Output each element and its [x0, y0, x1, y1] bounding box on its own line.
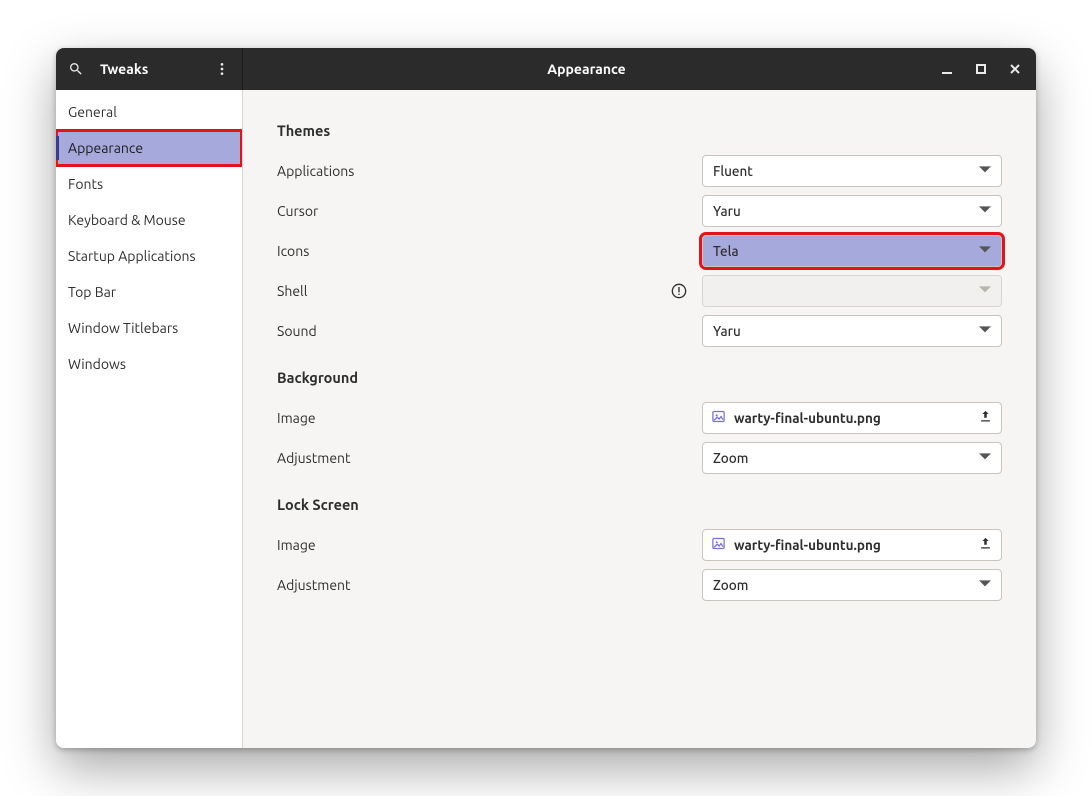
sidebar-item-window-titlebars[interactable]: Window Titlebars [56, 310, 242, 346]
sidebar-item-keyboard-mouse[interactable]: Keyboard & Mouse [56, 202, 242, 238]
row-lock-adjustment: Adjustment Zoom [277, 565, 1002, 605]
search-icon [68, 61, 84, 77]
sidebar-item-label: Appearance [68, 140, 143, 156]
applications-theme-combo[interactable]: Fluent [702, 155, 1002, 187]
shell-theme-combo [702, 275, 1002, 307]
cursor-theme-combo[interactable]: Yaru [702, 195, 1002, 227]
sidebar-item-label: Keyboard & Mouse [68, 212, 186, 228]
combo-value: Tela [713, 243, 979, 259]
sidebar: General Appearance Fonts Keyboard & Mous… [56, 90, 243, 748]
section-title-lockscreen: Lock Screen [277, 496, 1002, 513]
row-sound: Sound Yaru [277, 311, 1002, 351]
maximize-icon [974, 62, 988, 76]
row-label: Image [277, 410, 656, 426]
maximize-button[interactable] [964, 48, 998, 90]
row-label: Applications [277, 163, 656, 179]
tweaks-window: Tweaks Appearance General Appearance Fon… [56, 48, 1036, 748]
headerbar: Tweaks Appearance [56, 48, 1036, 90]
image-icon [711, 536, 726, 554]
upload-icon [978, 536, 993, 554]
image-icon [711, 409, 726, 427]
sidebar-item-label: Windows [68, 356, 126, 372]
row-applications: Applications Fluent [277, 151, 1002, 191]
row-label: Cursor [277, 203, 656, 219]
lockscreen-adjustment-combo[interactable]: Zoom [702, 569, 1002, 601]
sidebar-item-general[interactable]: General [56, 94, 242, 130]
content: Themes Applications Fluent Cursor Yaru I… [243, 90, 1036, 748]
row-label: Sound [277, 323, 656, 339]
app-title: Tweaks [96, 61, 202, 77]
sidebar-item-fonts[interactable]: Fonts [56, 166, 242, 202]
chevron-down-icon [979, 283, 991, 299]
chevron-down-icon [979, 163, 991, 179]
sidebar-item-top-bar[interactable]: Top Bar [56, 274, 242, 310]
headerbar-left: Tweaks [56, 48, 243, 90]
window-controls [930, 48, 1036, 90]
close-button[interactable] [998, 48, 1032, 90]
sidebar-item-label: Top Bar [68, 284, 116, 300]
sidebar-item-label: Window Titlebars [68, 320, 178, 336]
sidebar-item-startup-apps[interactable]: Startup Applications [56, 238, 242, 274]
row-label: Shell [277, 283, 656, 299]
combo-value: Fluent [713, 163, 979, 179]
row-lock-image: Image warty-final-ubuntu.png [277, 525, 1002, 565]
sidebar-item-label: General [68, 104, 117, 120]
search-button[interactable] [56, 48, 96, 90]
combo-value: Yaru [713, 323, 979, 339]
combo-value: Zoom [713, 450, 979, 466]
shell-warning[interactable] [668, 283, 690, 299]
row-label: Adjustment [277, 577, 656, 593]
file-name: warty-final-ubuntu.png [734, 410, 970, 426]
chevron-down-icon [979, 577, 991, 593]
background-adjustment-combo[interactable]: Zoom [702, 442, 1002, 474]
page-title: Appearance [243, 48, 930, 90]
row-icons: Icons Tela [277, 231, 1002, 271]
combo-value: Zoom [713, 577, 979, 593]
row-shell: Shell [277, 271, 1002, 311]
upload-icon [978, 409, 993, 427]
row-label: Adjustment [277, 450, 656, 466]
kebab-icon [214, 61, 230, 77]
sidebar-item-label: Startup Applications [68, 248, 196, 264]
close-icon [1008, 62, 1022, 76]
warning-icon [671, 283, 687, 299]
minimize-icon [940, 62, 954, 76]
icons-theme-combo[interactable]: Tela [702, 235, 1002, 267]
combo-value: Yaru [713, 203, 979, 219]
chevron-down-icon [979, 323, 991, 339]
row-bg-adjustment: Adjustment Zoom [277, 438, 1002, 478]
sidebar-item-appearance[interactable]: Appearance [56, 130, 242, 166]
background-image-chooser[interactable]: warty-final-ubuntu.png [702, 402, 1002, 434]
sidebar-item-label: Fonts [68, 176, 103, 192]
row-label: Image [277, 537, 656, 553]
minimize-button[interactable] [930, 48, 964, 90]
chevron-down-icon [979, 243, 991, 259]
body: General Appearance Fonts Keyboard & Mous… [56, 90, 1036, 748]
lockscreen-image-chooser[interactable]: warty-final-ubuntu.png [702, 529, 1002, 561]
row-cursor: Cursor Yaru [277, 191, 1002, 231]
chevron-down-icon [979, 450, 991, 466]
sidebar-item-windows[interactable]: Windows [56, 346, 242, 382]
section-title-background: Background [277, 369, 1002, 386]
row-bg-image: Image warty-final-ubuntu.png [277, 398, 1002, 438]
row-label: Icons [277, 243, 656, 259]
chevron-down-icon [979, 203, 991, 219]
section-title-themes: Themes [277, 122, 1002, 139]
file-name: warty-final-ubuntu.png [734, 537, 970, 553]
menu-button[interactable] [202, 48, 242, 90]
sound-theme-combo[interactable]: Yaru [702, 315, 1002, 347]
